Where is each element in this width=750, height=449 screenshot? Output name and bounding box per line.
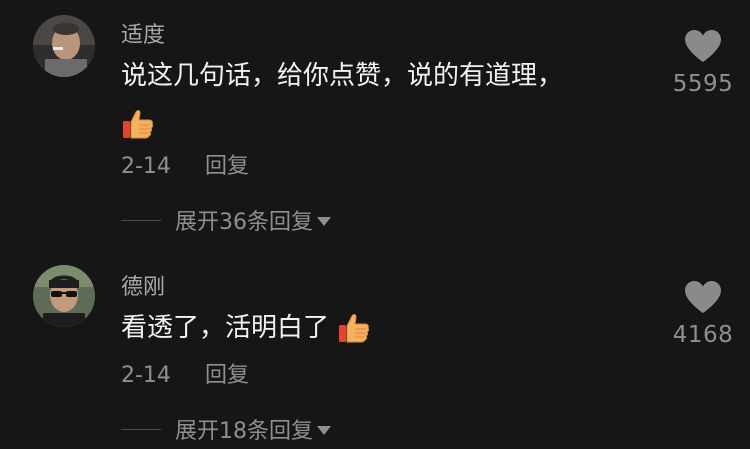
like-button[interactable]: 5595 <box>668 29 738 97</box>
comment-text-body: 说这几句话，给你点赞，说的有道理， <box>121 61 564 91</box>
comment-text-body: 看透了，活明白了 <box>121 313 330 343</box>
heart-icon <box>685 30 721 62</box>
divider-line <box>121 219 161 221</box>
like-count: 4168 <box>672 322 734 348</box>
expand-replies-label: 展开36条回复 <box>175 210 313 235</box>
like-count: 5595 <box>672 71 734 97</box>
comment-item: 德刚 看透了，活明白了 2-14 回复 展开18条回复 4168 <box>0 240 750 449</box>
comment-text: 看透了，活明白了 <box>121 304 641 352</box>
username[interactable]: 德刚 <box>121 269 165 301</box>
avatar[interactable] <box>33 15 95 77</box>
comment-item: 适度 说这几句话，给你点赞，说的有道理， 2-14回复 展开36条回复 559 <box>0 0 750 240</box>
like-button[interactable]: 4168 <box>668 280 738 348</box>
caret-down-icon <box>317 425 331 435</box>
reply-button[interactable]: 回复 <box>205 363 249 388</box>
comment-list: 适度 说这几句话，给你点赞，说的有道理， 2-14回复 展开36条回复 559 <box>0 0 750 449</box>
expand-replies-button[interactable]: 展开36条回复 <box>121 204 331 236</box>
comment-date: 2-14 <box>121 363 171 388</box>
avatar[interactable] <box>33 265 95 327</box>
thumbs-up-icon <box>337 312 371 346</box>
caret-down-icon <box>317 216 331 226</box>
comment-meta: 2-14 回复 <box>121 357 249 389</box>
comment-text: 说这几句话，给你点赞，说的有道理， <box>121 52 641 148</box>
reply-button[interactable]: 回复 <box>205 154 249 179</box>
expand-replies-label: 展开18条回复 <box>175 419 313 444</box>
expand-replies-button[interactable]: 展开18条回复 <box>121 413 331 445</box>
comment-date: 2-14 <box>121 154 171 179</box>
comment-meta: 2-14 回复 <box>121 148 249 180</box>
username[interactable]: 适度 <box>121 17 165 49</box>
thumbs-up-icon <box>121 108 155 142</box>
divider-line <box>121 428 161 430</box>
heart-icon <box>685 281 721 313</box>
